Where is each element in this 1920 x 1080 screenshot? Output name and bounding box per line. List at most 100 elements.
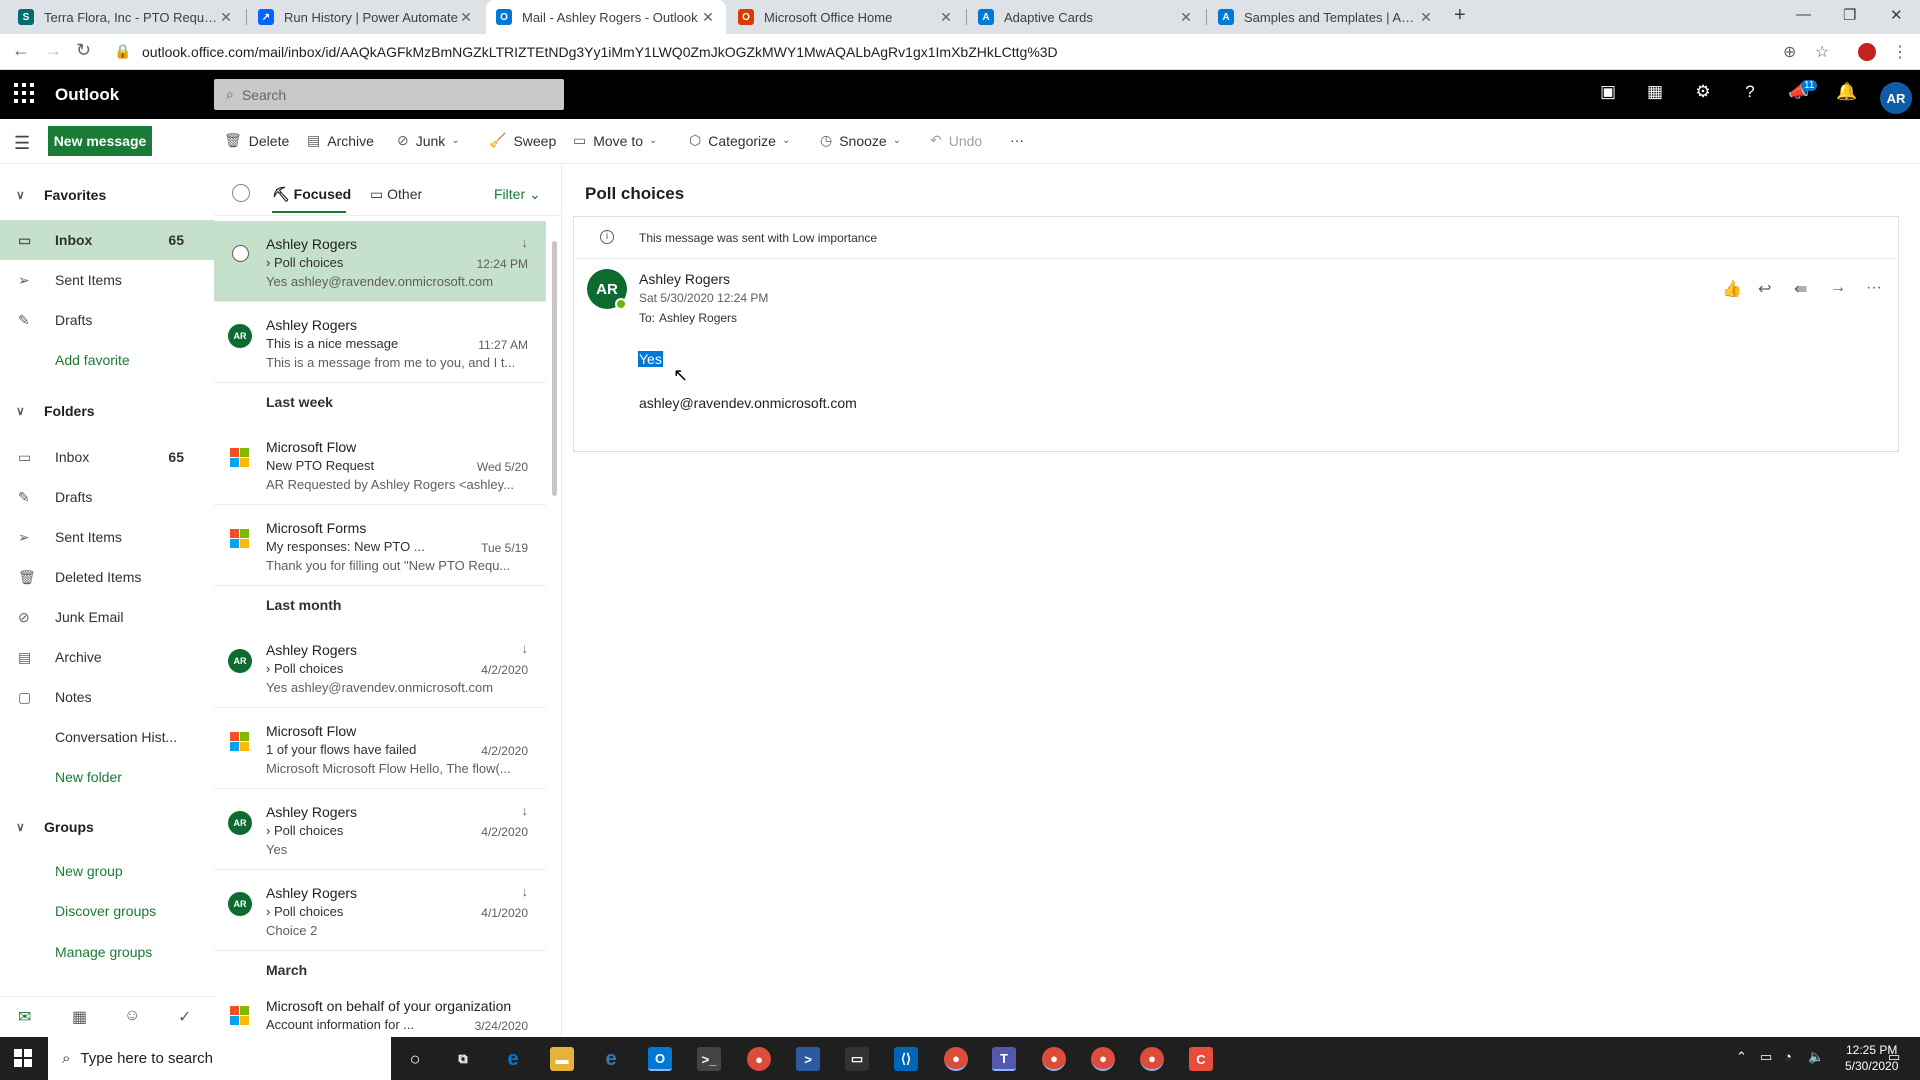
undo-button[interactable]: ↶ Undo — [930, 132, 982, 149]
discover-groups-link[interactable]: Discover groups — [55, 903, 156, 919]
hamburger-menu-icon[interactable]: ☰ — [14, 133, 30, 154]
browser-tab[interactable]: ↗ Run History | Power Automate ✕ — [248, 0, 484, 34]
address-bar[interactable]: outlook.office.com/mail/inbox/id/AAQkAGF… — [142, 44, 1058, 60]
more-actions-icon[interactable]: ··· — [1866, 279, 1882, 297]
restore-icon[interactable]: ❐ — [1843, 6, 1856, 24]
lock-icon[interactable]: 🔒 — [114, 43, 131, 60]
filter-button[interactable]: Filter ⌄ — [494, 186, 541, 203]
list-item[interactable]: Microsoft Forms My responses: New PTO ..… — [214, 505, 546, 586]
reload-icon[interactable]: ↻ — [76, 40, 91, 61]
search-input[interactable]: ⌕ Search — [214, 79, 564, 110]
help-icon[interactable]: ? — [1738, 82, 1762, 102]
snooze-button[interactable]: ◷ Snooze ⌄ — [820, 132, 901, 149]
browser-tab[interactable]: S Terra Flora, Inc - PTO Requests - ✕ — [8, 0, 244, 34]
reply-icon[interactable]: ↩ — [1758, 279, 1771, 299]
close-icon[interactable]: ✕ — [700, 9, 716, 26]
list-item[interactable]: Microsoft Flow 1 of your flows have fail… — [214, 708, 546, 789]
sweep-button[interactable]: 🧹 Sweep — [489, 132, 556, 149]
sidebar-item-deleted-items[interactable]: 🗑 Deleted Items — [0, 557, 214, 597]
star-icon[interactable]: ☆ — [1815, 42, 1829, 62]
reply-all-icon[interactable]: ⇚ — [1794, 279, 1807, 299]
menu-icon[interactable]: ⋮ — [1892, 42, 1908, 62]
new-group-link[interactable]: New group — [55, 863, 123, 879]
chrome-icon[interactable]: ● — [747, 1047, 771, 1071]
internet-explorer-icon[interactable]: e — [599, 1047, 623, 1071]
browser-tab[interactable]: A Adaptive Cards ✕ — [968, 0, 1204, 34]
select-checkbox[interactable] — [232, 245, 249, 262]
tab-other[interactable]: ▭ Other — [370, 186, 422, 203]
snagit-icon[interactable]: C — [1189, 1047, 1213, 1071]
sidebar-item-drafts[interactable]: ✎ Drafts — [0, 300, 214, 340]
groups-header[interactable]: ∨ Groups — [0, 807, 214, 847]
terminal-icon[interactable]: >_ — [697, 1047, 721, 1071]
task-view-icon[interactable]: ⧉ — [451, 1047, 475, 1071]
back-icon[interactable]: ← — [12, 40, 30, 61]
app-launcher-icon[interactable] — [14, 83, 36, 105]
list-item[interactable]: Microsoft Flow New PTO Request AR Reques… — [214, 424, 546, 505]
list-item[interactable]: AR Ashley Rogers › Poll choices Yes ↓ 4/… — [214, 789, 546, 870]
new-folder-link[interactable]: New folder — [55, 769, 122, 785]
edge-icon[interactable]: e — [501, 1047, 525, 1071]
chevron-up-icon[interactable]: ⌃ — [1736, 1049, 1747, 1065]
tasks-icon[interactable]: ✓ — [178, 1007, 191, 1027]
forward-icon[interactable]: → — [1830, 279, 1846, 297]
like-icon[interactable]: 👍 — [1722, 279, 1742, 299]
scrollbar[interactable] — [552, 241, 557, 496]
cortana-icon[interactable]: ○ — [403, 1047, 427, 1071]
more-actions-icon[interactable]: ··· — [1010, 132, 1024, 148]
folders-header[interactable]: ∨ Folders — [0, 391, 214, 431]
profile-avatar[interactable] — [1858, 43, 1876, 61]
list-item[interactable]: Microsoft on behalf of your organization… — [214, 992, 546, 1037]
chrome-icon[interactable]: ● — [1140, 1047, 1164, 1071]
sidebar-item-notes[interactable]: ▢ Notes — [0, 677, 214, 717]
close-window-icon[interactable]: ✕ — [1890, 6, 1903, 24]
notifications-icon[interactable]: 🔔 — [1835, 82, 1859, 102]
delete-button[interactable]: 🗑 Delete — [224, 132, 289, 149]
favorites-header[interactable]: ∨ Favorites — [0, 175, 214, 215]
add-favorite-link[interactable]: Add favorite — [55, 352, 130, 368]
volume-icon[interactable]: 🔈 — [1808, 1049, 1824, 1065]
list-item[interactable]: AR Ashley Rogers This is a nice message … — [214, 302, 546, 383]
chrome-icon[interactable]: ● — [1042, 1047, 1066, 1071]
calendar-icon[interactable]: ▦ — [72, 1007, 87, 1027]
vscode-icon[interactable]: ⟨⟩ — [894, 1047, 918, 1071]
browser-tab[interactable]: A Samples and Templates | Adaptiv ✕ — [1208, 0, 1444, 34]
people-icon[interactable]: ☺ — [124, 1007, 140, 1025]
wifi-icon[interactable]: ◔ — [1784, 1049, 1792, 1064]
sidebar-item-junk-email[interactable]: ⊘ Junk Email — [0, 597, 214, 637]
close-icon[interactable]: ✕ — [218, 9, 234, 26]
app-brand[interactable]: Outlook — [55, 85, 119, 105]
cmd-icon[interactable]: ▭ — [845, 1047, 869, 1071]
browser-tab[interactable]: O Microsoft Office Home ✕ — [728, 0, 964, 34]
categorize-button[interactable]: ⬡ Categorize ⌄ — [689, 132, 790, 149]
taskbar-search-input[interactable]: ⌕ Type here to search — [48, 1037, 391, 1080]
avatar[interactable]: AR — [1880, 82, 1912, 114]
file-explorer-icon[interactable]: ▬ — [550, 1047, 574, 1071]
new-tab-icon[interactable]: + — [1454, 4, 1466, 27]
message-body-email[interactable]: ashley@ravendev.onmicrosoft.com — [639, 395, 857, 411]
close-icon[interactable]: ✕ — [1418, 9, 1434, 26]
close-icon[interactable]: ✕ — [1178, 9, 1194, 26]
powershell-icon[interactable]: > — [796, 1047, 820, 1071]
close-icon[interactable]: ✕ — [938, 9, 954, 26]
new-message-button[interactable]: New message — [48, 126, 152, 156]
outlook-app-icon[interactable]: O — [648, 1047, 672, 1071]
teams-icon[interactable]: T — [992, 1047, 1016, 1071]
meet-now-icon[interactable]: ▣ — [1596, 82, 1620, 102]
sidebar-item-inbox[interactable]: ▭ Inbox 65 — [0, 220, 214, 260]
browser-tab-active[interactable]: O Mail - Ashley Rogers - Outlook ✕ — [486, 0, 726, 34]
sidebar-item-archive[interactable]: ▤ Archive — [0, 637, 214, 677]
forward-icon[interactable]: → — [44, 40, 62, 61]
list-item[interactable]: Ashley Rogers › Poll choices Yes ashley@… — [214, 221, 546, 302]
sidebar-item-inbox[interactable]: ▭ Inbox 65 — [0, 437, 214, 477]
mail-icon[interactable]: ✉ — [18, 1007, 31, 1027]
sidebar-item-conversation-history[interactable]: Conversation Hist... — [0, 717, 214, 757]
sender-name[interactable]: Ashley Rogers — [639, 271, 730, 287]
archive-button[interactable]: ▤ Archive — [307, 132, 374, 149]
move-to-button[interactable]: ▭ Move to ⌄ — [573, 132, 657, 149]
install-app-icon[interactable]: ⊕ — [1783, 42, 1796, 62]
message-body-selected-text[interactable]: Yes — [638, 351, 663, 367]
list-item[interactable]: AR Ashley Rogers › Poll choices Choice 2… — [214, 870, 546, 951]
action-center-icon[interactable]: ▭ — [1888, 1049, 1900, 1065]
manage-groups-link[interactable]: Manage groups — [55, 944, 152, 960]
